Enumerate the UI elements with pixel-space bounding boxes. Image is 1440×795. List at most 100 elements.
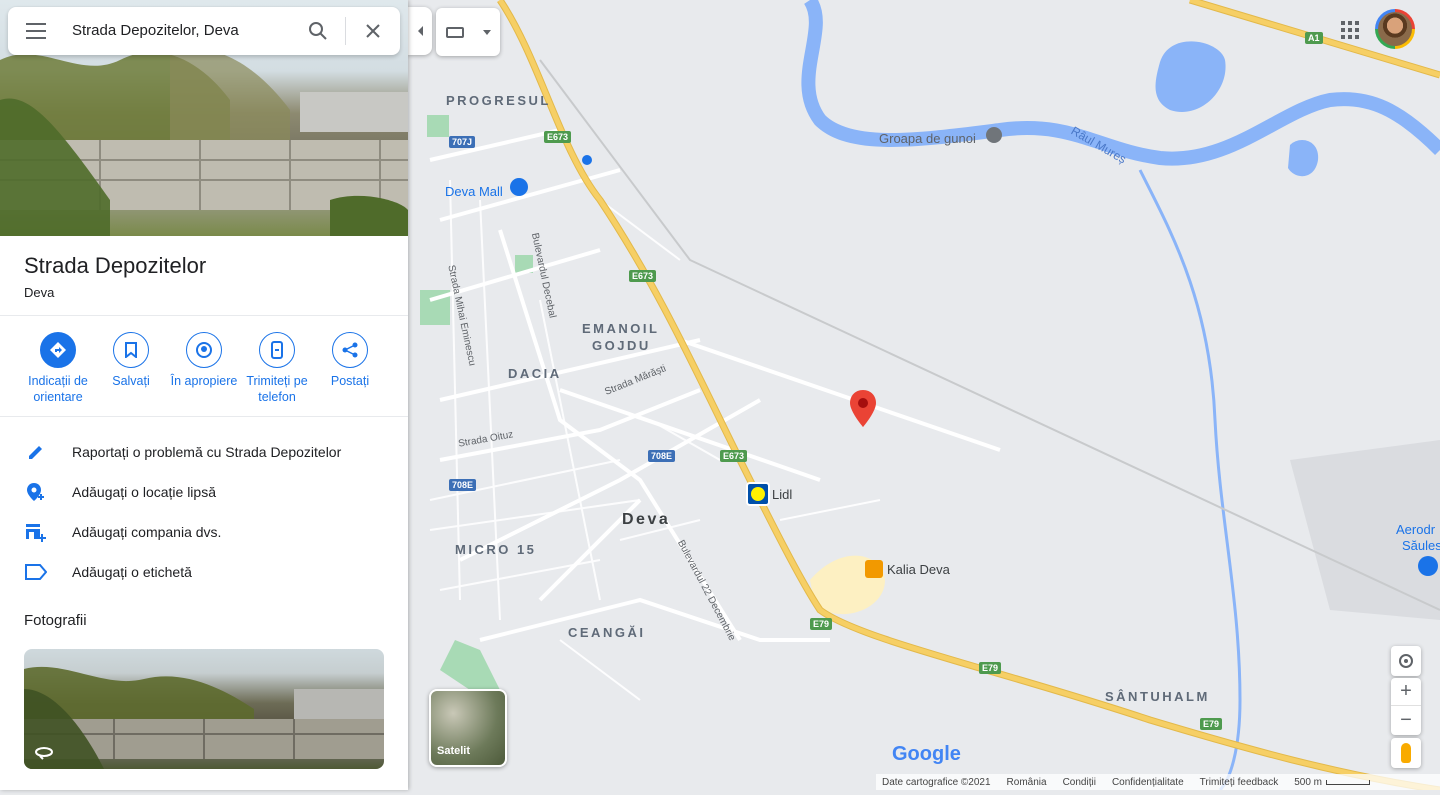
place-title: Strada Depozitelor xyxy=(24,253,207,278)
pegman-icon xyxy=(1401,743,1411,763)
edit-icon xyxy=(29,446,42,459)
footer-terms[interactable]: Condiții xyxy=(1063,777,1096,788)
route-shield: E79 xyxy=(810,618,833,630)
add-business-row[interactable]: Adăugați compania dvs. xyxy=(24,520,221,544)
photo-thumbnail[interactable] xyxy=(24,649,384,769)
map-footer: Date cartografice ©2021 România Condiții… xyxy=(876,774,1440,790)
row-label: Adăugați o etichetă xyxy=(72,564,192,580)
directions-icon xyxy=(50,342,66,358)
keyboard-icon xyxy=(445,26,464,38)
route-shield: E79 xyxy=(979,662,1002,674)
action-label: orientare xyxy=(33,390,83,404)
footer-feedback[interactable]: Trimiteți feedback xyxy=(1200,777,1279,788)
district-gojdu: GOJDU xyxy=(592,338,651,353)
district-santuhalm: SÂNTUHALM xyxy=(1105,689,1210,704)
my-location-icon xyxy=(1399,654,1413,668)
street-view-thumbnail xyxy=(24,666,384,769)
poi-aerodrom-2[interactable]: Săules xyxy=(1402,538,1440,553)
airport-poi-icon xyxy=(1418,556,1438,576)
district-progresul: PROGRESUL xyxy=(446,93,551,108)
minus-icon: − xyxy=(1400,708,1412,731)
route-shield: 708E xyxy=(648,450,676,462)
action-label: Indicații de xyxy=(28,374,88,388)
search-icon[interactable] xyxy=(308,21,328,41)
label-icon xyxy=(25,564,47,580)
route-shield: E79 xyxy=(1200,718,1223,730)
search-input[interactable]: Strada Depozitelor, Deva xyxy=(72,22,239,39)
footer-country[interactable]: România xyxy=(1007,777,1047,788)
apps-grid-icon[interactable] xyxy=(1340,20,1360,40)
scale-line xyxy=(1326,779,1370,785)
share-button[interactable]: Postați xyxy=(310,332,390,389)
save-button[interactable]: Salvați xyxy=(91,332,171,389)
poi-kalia[interactable]: Kalia Deva xyxy=(887,562,950,577)
satellite-layer-button[interactable]: Satelit xyxy=(429,689,507,767)
zoom-in-button[interactable]: + xyxy=(1391,678,1421,706)
poi-groapa[interactable]: Groapa de gunoi xyxy=(879,131,976,146)
action-label: telefon xyxy=(258,390,296,404)
photos-title: Fotografii xyxy=(24,612,87,629)
footer-privacy[interactable]: Confidențialitate xyxy=(1112,777,1184,788)
nearby-icon xyxy=(196,342,212,358)
scale-label: 500 m xyxy=(1294,776,1322,788)
poi-aerodrom-1[interactable]: Aerodr xyxy=(1396,522,1435,537)
zoom-out-button[interactable]: − xyxy=(1391,706,1421,734)
district-micro15: MICRO 15 xyxy=(455,542,537,557)
report-problem-row[interactable]: Raportați o problemă cu Strada Depozitel… xyxy=(24,440,341,464)
send-to-phone-icon xyxy=(271,341,283,359)
action-label: În apropiere xyxy=(170,374,238,388)
dropdown-arrow-icon xyxy=(482,29,491,35)
footer-data: Date cartografice ©2021 xyxy=(882,776,991,788)
avatar[interactable] xyxy=(1375,9,1415,49)
landmark-poi-icon xyxy=(986,127,1002,143)
search-box[interactable]: Strada Depozitelor, Deva xyxy=(8,7,400,55)
my-location-button[interactable] xyxy=(1391,646,1421,676)
add-missing-place-row[interactable]: Adăugați o locație lipsă xyxy=(24,480,216,504)
share-icon xyxy=(342,342,358,358)
google-logo: Google xyxy=(892,743,961,765)
route-shield: E673 xyxy=(544,131,572,143)
route-shield: 707J xyxy=(449,136,476,148)
transit-poi-icon xyxy=(582,155,592,165)
poi-lidl[interactable]: Lidl xyxy=(772,487,792,502)
city-deva: Deva xyxy=(622,511,671,528)
row-label: Raportați o problemă cu Strada Depozitel… xyxy=(72,444,342,460)
row-label: Adăugați compania dvs. xyxy=(72,524,222,540)
directions-button[interactable]: Indicații de orientare xyxy=(18,332,98,405)
route-shield: E673 xyxy=(720,450,748,462)
360-view-icon xyxy=(34,746,54,760)
shopping-poi-icon xyxy=(510,178,528,196)
restaurant-poi-icon xyxy=(865,560,883,578)
route-shield: 708E xyxy=(449,479,477,491)
add-label-row[interactable]: Adăugați o etichetă xyxy=(24,560,192,584)
scale-bar[interactable]: 500 m xyxy=(1294,777,1370,788)
route-shield: E673 xyxy=(629,270,657,282)
district-ceangai: CEANGĂI xyxy=(568,625,646,640)
layer-label: Satelit xyxy=(437,745,471,757)
place-subtitle: Deva xyxy=(24,285,55,300)
side-panel: Strada Depozitelor, Deva Strada Depozite… xyxy=(0,0,408,790)
pegman-button[interactable] xyxy=(1391,738,1421,768)
close-icon[interactable] xyxy=(364,22,382,40)
action-label: Trimiteți pe xyxy=(246,374,308,388)
nearby-button[interactable]: În apropiere xyxy=(164,332,244,389)
poi-deva-mall[interactable]: Deva Mall xyxy=(445,184,503,199)
bookmark-icon xyxy=(125,342,137,358)
input-tools-button[interactable] xyxy=(436,8,500,56)
chevron-left-icon xyxy=(417,26,423,36)
menu-icon[interactable] xyxy=(26,23,46,39)
plus-icon: + xyxy=(1400,680,1412,702)
send-to-phone-button[interactable]: Trimiteți pe telefon xyxy=(237,332,317,405)
district-emanoil: EMANOIL xyxy=(582,321,660,336)
add-location-icon xyxy=(27,483,44,501)
district-dacia: DACIA xyxy=(508,366,562,381)
zoom-controls: + − xyxy=(1391,678,1421,735)
collapse-panel-button[interactable] xyxy=(408,7,432,55)
divider xyxy=(0,416,408,417)
add-business-icon xyxy=(26,524,46,542)
row-label: Adăugați o locație lipsă xyxy=(72,484,216,500)
search-divider xyxy=(345,17,346,45)
action-label: Salvați xyxy=(112,374,150,388)
action-label: Postați xyxy=(330,374,370,388)
route-shield: A1 xyxy=(1305,32,1323,44)
